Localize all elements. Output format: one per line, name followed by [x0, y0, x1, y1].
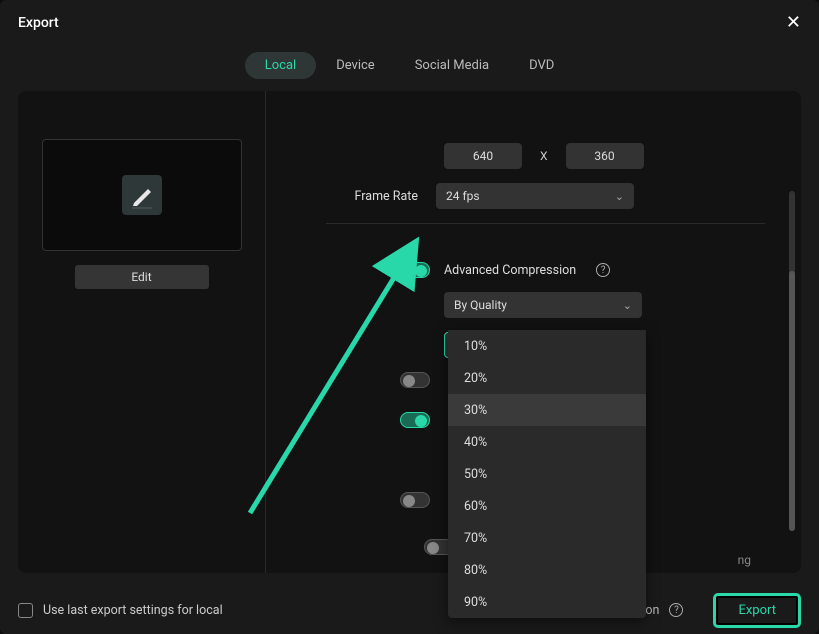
quality-opt-20[interactable]: 20%	[448, 362, 646, 394]
tab-local[interactable]: Local	[245, 52, 316, 79]
width-input[interactable]	[444, 143, 522, 169]
resolution-row: X	[444, 143, 765, 169]
edit-button[interactable]: Edit	[75, 265, 209, 289]
chevron-down-icon: ⌄	[615, 190, 624, 203]
help-icon[interactable]: ?	[669, 603, 683, 617]
framerate-value: 24 fps	[446, 189, 480, 203]
help-icon[interactable]: ?	[596, 263, 610, 277]
tab-bar: Local Device Social Media DVD	[0, 52, 819, 79]
titlebar: Export ✕	[0, 0, 819, 46]
quality-opt-80[interactable]: 80%	[448, 554, 646, 586]
scrollbar-thumb[interactable]	[789, 271, 795, 531]
scrollbar[interactable]	[789, 191, 795, 531]
quality-opt-40[interactable]: 40%	[448, 426, 646, 458]
adv-compression-toggle[interactable]	[400, 262, 430, 278]
toggle-1[interactable]	[400, 372, 430, 388]
quality-dropdown: 10% 20% 30% 40% 50% 60% 70% 80% 90%	[448, 330, 646, 618]
compression-mode-select[interactable]: By Quality ⌄	[444, 292, 642, 318]
preview-thumbnail	[42, 139, 242, 251]
chevron-down-icon: ⌄	[623, 299, 632, 312]
content-panel: Edit X Frame Rate 24 fps ⌄ Advanced Comp…	[18, 91, 801, 573]
export-button[interactable]: Export	[713, 593, 801, 628]
quality-opt-60[interactable]: 60%	[448, 490, 646, 522]
export-window: Export ✕ Local Device Social Media DVD E…	[0, 0, 819, 634]
quality-opt-90[interactable]: 90%	[448, 586, 646, 618]
tab-dvd[interactable]: DVD	[509, 52, 574, 79]
quality-opt-10[interactable]: 10%	[448, 330, 646, 362]
adv-compression-label: Advanced Compression	[444, 263, 576, 278]
close-icon[interactable]: ✕	[786, 14, 801, 32]
compression-mode-value: By Quality	[454, 298, 507, 312]
use-last-settings-checkbox[interactable]	[18, 603, 33, 618]
adv-compression-row: Advanced Compression ?	[400, 262, 765, 278]
tab-social-media[interactable]: Social Media	[395, 52, 509, 79]
footer: Use last export settings for local Durat…	[0, 586, 819, 634]
resolution-separator: X	[540, 149, 548, 163]
preview-pane: Edit	[18, 91, 266, 573]
compression-mode-row: By Quality ⌄	[444, 292, 765, 318]
quality-opt-70[interactable]: 70%	[448, 522, 646, 554]
edit-icon	[116, 169, 168, 221]
quality-opt-50[interactable]: 50%	[448, 458, 646, 490]
height-input[interactable]	[566, 143, 644, 169]
framerate-label: Frame Rate	[326, 189, 436, 204]
toggle-3[interactable]	[400, 492, 430, 508]
divider	[326, 223, 765, 224]
quality-opt-30[interactable]: 30%	[448, 394, 646, 426]
window-title: Export	[18, 15, 59, 31]
framerate-select[interactable]: 24 fps ⌄	[436, 183, 634, 209]
tab-device[interactable]: Device	[316, 52, 395, 79]
use-last-settings-label: Use last export settings for local	[43, 603, 223, 618]
peeking-text: ng	[738, 553, 751, 567]
framerate-row: Frame Rate 24 fps ⌄	[326, 183, 765, 209]
toggle-2[interactable]	[400, 412, 430, 428]
